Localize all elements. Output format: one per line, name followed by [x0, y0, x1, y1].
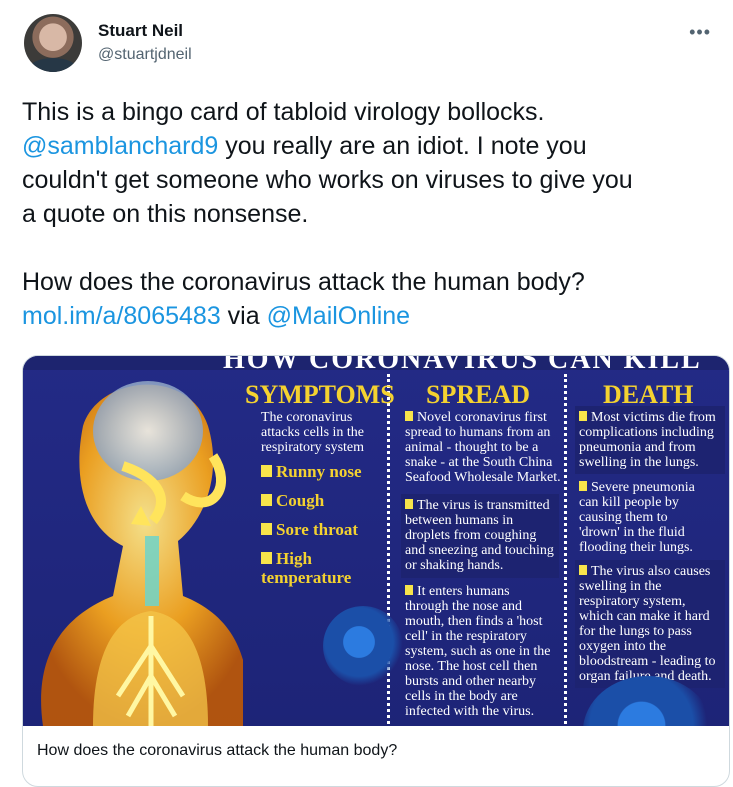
- tweet-line: mol.im/a/8065483 via @MailOnline: [22, 302, 411, 330]
- spread-paragraph: The virus is transmitted between humans …: [405, 498, 554, 573]
- link-card[interactable]: HOW CORONAVIRUS CAN KILL SYMPTOMS The co…: [22, 355, 730, 787]
- tweet-line: a quote on this nonsense.: [22, 200, 309, 228]
- author-name[interactable]: Stuart Neil: [98, 21, 183, 41]
- tweet-line: couldn't get someone who works on viruse…: [22, 166, 633, 194]
- spread-paragraph: It enters humans through the nose and mo…: [405, 584, 551, 719]
- virus-illustration: [323, 606, 403, 686]
- mention-link[interactable]: @samblanchard9: [22, 132, 218, 160]
- card-caption[interactable]: How does the coronavirus attack the huma…: [37, 742, 397, 760]
- symptoms-title: SYMPTOMS: [245, 380, 395, 409]
- symptom-item: Cough: [261, 491, 324, 511]
- tweet-line: How does the coronavirus attack the huma…: [22, 268, 585, 296]
- more-dots-icon[interactable]: •••: [689, 22, 711, 43]
- mailonline-link[interactable]: @MailOnline: [267, 302, 410, 330]
- avatar[interactable]: [24, 14, 82, 72]
- death-paragraph: Most victims die from complications incl…: [579, 410, 716, 470]
- card-image[interactable]: HOW CORONAVIRUS CAN KILL SYMPTOMS The co…: [23, 356, 729, 726]
- death-paragraph: The virus also causes swelling in the re…: [579, 564, 716, 684]
- url-link[interactable]: mol.im/a/8065483: [22, 302, 221, 330]
- symptom-item: Runny nose: [261, 462, 362, 482]
- human-body-illustration: [41, 381, 243, 726]
- spread-title: SPREAD: [426, 380, 531, 409]
- symptom-item: Sore throat: [261, 520, 358, 540]
- symptom-item: temperature: [261, 568, 352, 587]
- symptoms-intro: The coronavirus attacks cells in the res…: [261, 410, 365, 455]
- spread-paragraph: Novel coronavirus first spread to humans…: [405, 410, 561, 485]
- column-divider: [564, 374, 567, 724]
- tweet: Stuart Neil @stuartjdneil ••• This is a …: [0, 0, 733, 787]
- tweet-line: This is a bingo card of tabloid virology…: [22, 98, 545, 126]
- infographic-headline: HOW CORONAVIRUS CAN KILL: [223, 356, 702, 375]
- symptom-item: High: [261, 549, 312, 569]
- tweet-text: This is a bingo card of tabloid virology…: [22, 95, 722, 333]
- death-paragraph: Severe pneumonia can kill people by caus…: [579, 480, 695, 555]
- author-handle[interactable]: @stuartjdneil: [98, 46, 192, 64]
- tweet-line: @samblanchard9 you really are an idiot. …: [22, 132, 587, 160]
